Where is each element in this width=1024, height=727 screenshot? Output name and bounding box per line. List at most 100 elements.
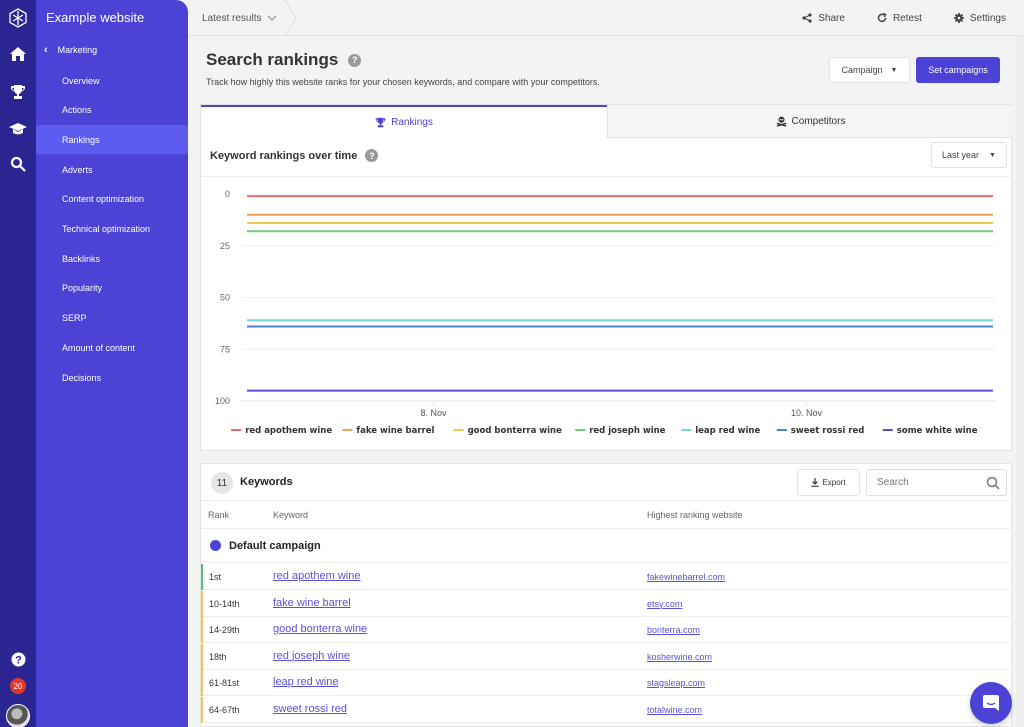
avatar[interactable] [0, 703, 36, 727]
rank-status-bar [201, 617, 203, 643]
table-row[interactable]: 18th red joseph wine kosherwine.com [201, 643, 1013, 670]
keyword-search[interactable] [866, 469, 1007, 496]
period-dropdown[interactable]: Last year ▼ [931, 142, 1007, 168]
table-row[interactable]: 61-81st leap red wine stagsleap.com [201, 670, 1013, 696]
rank-status-bar [201, 696, 203, 723]
website-link[interactable]: bonterra.com [647, 625, 700, 635]
rank-status-bar [201, 643, 203, 670]
tab-rankings[interactable]: Rankings [201, 105, 607, 138]
rank-status-bar [201, 590, 203, 617]
legend-label: red apothem wine [245, 426, 332, 436]
campaign-dropdown[interactable]: Campaign ▼ [829, 57, 910, 83]
legend-label: red joseph wine [589, 426, 665, 436]
help-icon[interactable]: ? [365, 149, 379, 162]
table-row[interactable]: 14-29th good bonterra wine bonterra.com [201, 617, 1013, 643]
breadcrumb[interactable]: Latest results [188, 0, 298, 36]
keyword-link[interactable]: fake wine barrel [273, 597, 351, 609]
y-tick-label: 0 [225, 189, 230, 199]
logo-icon[interactable] [0, 6, 36, 30]
set-campaigns-button[interactable]: Set campaigns [916, 57, 1000, 83]
sidebar-item-backlinks[interactable]: Backlinks [36, 244, 188, 273]
sidebar-item-decisions[interactable]: Decisions [36, 363, 188, 392]
website-link[interactable]: fakewinebarrel.com [647, 572, 725, 582]
sidebar-item-actions[interactable]: Actions [36, 96, 188, 125]
site-title: Example website [46, 10, 145, 25]
column-keyword[interactable]: Keyword [273, 510, 308, 520]
column-website[interactable]: Highest ranking website [647, 510, 743, 520]
keyword-link[interactable]: sweet rossi red [273, 703, 347, 715]
campaign-dot [210, 540, 221, 551]
rank-status-bar [201, 670, 203, 696]
keyword-link[interactable]: red apothem wine [273, 570, 360, 582]
sidebar-item-popularity[interactable]: Popularity [36, 274, 188, 303]
settings-button[interactable]: Settings [953, 13, 1006, 24]
sidebar-item-content-optimization[interactable]: Content optimization [36, 185, 188, 214]
download-icon [811, 478, 819, 487]
legend-label: sweet rossi red [791, 426, 865, 436]
sidebar-item-overview[interactable]: Overview [36, 66, 188, 95]
sidebar-item-amount-of-content[interactable]: Amount of content [36, 333, 188, 362]
export-button[interactable]: Export [797, 469, 860, 496]
keyword-link[interactable]: red joseph wine [273, 650, 350, 662]
icon-rail: ? 20 [0, 0, 36, 727]
share-button[interactable]: Share [802, 13, 845, 24]
help-icon[interactable]: ? [0, 648, 36, 670]
table-header: Rank Keyword Highest ranking website [201, 500, 1013, 529]
rank-value: 61-81st [209, 678, 240, 688]
skull-crossbones-icon [776, 116, 786, 127]
trophy-icon[interactable] [0, 80, 36, 104]
rank-value: 1st [209, 572, 222, 582]
search-input[interactable] [877, 477, 977, 488]
rank-value: 10-14th [209, 598, 240, 609]
tab-competitors[interactable]: Competitors [607, 105, 1013, 138]
y-tick-label: 25 [220, 241, 230, 251]
gear-icon [953, 13, 964, 23]
sidebar-item-adverts[interactable]: Adverts [36, 155, 188, 184]
rankings-chart: 0 25 50 75 100 8. Nov 10. Nov red apothem wine f… [215, 189, 996, 436]
campaign-group[interactable]: Default campaign [201, 529, 1013, 563]
rank-status-bar [201, 564, 203, 590]
keyword-count-badge: 11 [211, 472, 233, 494]
rank-value: 64-67th [209, 704, 240, 715]
svg-text:?: ? [15, 654, 22, 666]
chevron-down-icon [268, 15, 277, 21]
back-to-marketing[interactable]: ‹ Marketing [44, 44, 97, 56]
home-icon[interactable] [0, 42, 36, 66]
sidebar-item-serp[interactable]: SERP [36, 304, 188, 333]
legend-label: leap red wine [695, 426, 760, 436]
sidebar: Example website ‹ Marketing Overview Acti… [36, 0, 188, 727]
table-row[interactable]: 64-67th sweet rossi red totalwine.com [201, 696, 1013, 723]
column-rank[interactable]: Rank [208, 510, 229, 520]
rankings-card: Rankings Competitors Keyword rankings ov… [200, 104, 1013, 451]
trophy-icon [375, 117, 386, 128]
keyword-link[interactable]: good bonterra wine [273, 623, 367, 635]
search-icon[interactable] [0, 152, 36, 176]
caret-down-icon: ▼ [890, 66, 898, 74]
sidebar-item-technical-optimization[interactable]: Technical optimization [36, 215, 188, 244]
chevron-left-icon: ‹ [44, 44, 48, 56]
legend-label: some white wine [897, 426, 978, 436]
scrollbar-track[interactable] [1016, 36, 1024, 727]
sidebar-item-rankings[interactable]: Rankings [36, 125, 188, 155]
share-icon [802, 13, 812, 23]
chat-icon [983, 695, 999, 711]
website-link[interactable]: stagsleap.com [647, 678, 705, 688]
table-row[interactable]: 10-14th fake wine barrel etsy.com [201, 590, 1013, 617]
y-tick-label: 50 [220, 293, 230, 303]
graduation-cap-icon[interactable] [0, 117, 36, 141]
breadcrumb-separator [284, 0, 297, 36]
table-row[interactable]: 1st red apothem wine fakewinebarrel.com [201, 564, 1013, 590]
help-icon[interactable]: ? [348, 53, 362, 67]
rank-value: 14-29th [209, 625, 240, 635]
rank-value: 18th [209, 651, 227, 662]
website-link[interactable]: kosherwine.com [647, 652, 712, 662]
keyword-link[interactable]: leap red wine [273, 676, 338, 688]
notification-badge[interactable]: 20 [0, 677, 36, 695]
x-tick-label: 10. Nov [791, 408, 823, 418]
retest-button[interactable]: Retest [877, 13, 922, 24]
search-icon[interactable] [986, 476, 1000, 490]
website-link[interactable]: totalwine.com [647, 705, 702, 715]
website-link[interactable]: etsy.com [647, 599, 682, 609]
chat-button[interactable] [970, 682, 1012, 724]
keywords-title: Keywords [240, 476, 293, 488]
